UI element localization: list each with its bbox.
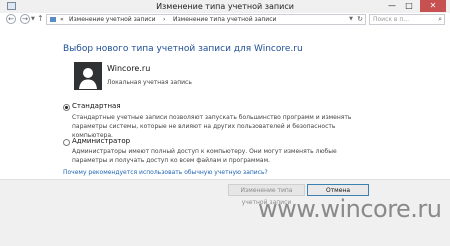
help-link[interactable]: Почему рекомендуется использовать обычну… — [63, 169, 268, 176]
user-account-type: Локальная учетная запись — [107, 79, 192, 86]
recent-locations-dropdown-icon[interactable]: ▼ — [31, 16, 35, 22]
administrator-option-label[interactable]: Администратор — [72, 137, 130, 145]
navigation-bar: ← → ▼ ↑ « Изменение учетной записи › Изм… — [0, 13, 450, 27]
search-icon[interactable]: ⌕ — [438, 15, 442, 24]
administrator-option-description: Администраторы имеют полный доступ к ком… — [72, 148, 337, 164]
forward-button[interactable]: → — [20, 14, 30, 24]
user-name: Wincore.ru — [107, 64, 151, 73]
breadcrumb-item[interactable]: Изменение учетной записи — [69, 15, 156, 24]
search-input[interactable]: Поиск в п... ⌕ — [369, 14, 445, 25]
site-watermark: www.wincore.ru — [258, 195, 442, 223]
page-title: Выбор нового типа учетной записи для Win… — [63, 44, 303, 54]
back-button[interactable]: ← — [6, 14, 16, 24]
address-dropdown-icon[interactable]: ▼ — [349, 16, 353, 22]
standard-option-description: Стандартные учетные записи позволяют зап… — [72, 114, 352, 139]
up-button[interactable]: ↑ — [37, 14, 44, 23]
standard-option-label[interactable]: Стандартная — [72, 102, 121, 110]
window-title: Изменение типа учетной записи — [156, 2, 294, 11]
minimize-button[interactable]: — — [384, 0, 400, 12]
breadcrumb-separator[interactable]: › — [163, 15, 165, 24]
maximize-button[interactable]: □ — [401, 0, 417, 12]
user-avatar — [74, 62, 102, 90]
breadcrumb-item[interactable]: Изменение типа учетной записи — [173, 15, 276, 24]
user-accounts-icon — [50, 17, 56, 22]
change-account-type-window: Изменение типа учетной записи — □ ✕ ← → … — [0, 0, 450, 246]
title-bar[interactable]: Изменение типа учетной записи — □ ✕ — [0, 0, 450, 13]
user-silhouette-icon — [79, 68, 97, 89]
close-button[interactable]: ✕ — [420, 0, 446, 12]
refresh-icon[interactable]: ↻ — [357, 15, 363, 23]
address-bar[interactable]: « Изменение учетной записи › Изменение т… — [46, 14, 366, 25]
breadcrumb-overflow-chevron[interactable]: « — [60, 15, 64, 24]
administrator-radio[interactable] — [63, 139, 70, 146]
standard-radio[interactable] — [63, 104, 70, 111]
search-placeholder: Поиск в п... — [373, 16, 409, 23]
